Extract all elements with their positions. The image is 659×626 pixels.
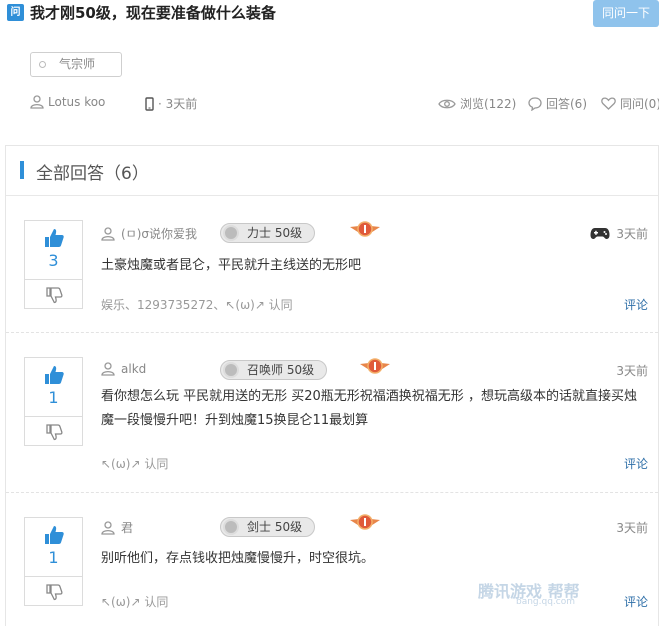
thumbs-down-icon — [46, 584, 63, 601]
answer-username: (ㅁ)σ说你爱我 — [121, 227, 198, 241]
chat-bubble-icon — [528, 96, 542, 111]
answer-item: 3 (ㅁ)σ说你爱我 力士 50级 3天前 土豪烛魔或者昆仑，平民就升主线送的无… — [6, 196, 658, 333]
answer-content: 别听他们，存点钱收把烛魔慢慢升，时空很坑。 — [101, 551, 375, 566]
question-icon: 问 — [7, 4, 24, 21]
upvote-button[interactable]: 3 — [25, 221, 82, 279]
answer-content: 土豪烛魔或者昆仑，平民就升主线送的无形吧 — [101, 258, 362, 273]
upvote-button[interactable]: 1 — [25, 518, 82, 576]
vote-box: 1 — [24, 357, 83, 446]
class-icon — [223, 362, 239, 378]
panel-accent-bar — [20, 161, 24, 179]
answer-username: 君 — [121, 521, 134, 535]
answer-user[interactable]: (ㅁ)σ说你爱我 — [101, 225, 197, 242]
thumbs-down-icon — [46, 424, 63, 441]
question-time-text: 3天前 — [165, 97, 198, 111]
level-pill: 召唤师 50级 — [220, 360, 327, 380]
same-ask-text: 同问(0) — [620, 97, 659, 111]
eye-icon — [438, 99, 456, 108]
answer-content: 看你想怎么玩 平民就用送的无形 买20瓶无形祝福酒换祝福无形 ，想玩高级本的话就… — [101, 389, 637, 428]
topic-tag[interactable]: 气宗师 — [30, 52, 122, 77]
author-name: Lotus koo — [48, 95, 106, 109]
downvote-button[interactable] — [25, 416, 82, 445]
comment-link[interactable]: 评论 — [624, 296, 648, 313]
answers-count[interactable]: 回答(6) — [528, 95, 587, 112]
topic-tag-label: 气宗师 — [59, 57, 96, 71]
downvote-button[interactable] — [25, 576, 82, 605]
thumbs-up-icon — [45, 366, 64, 384]
question-title: 我才刚50级，现在要准备做什么装备 — [30, 4, 276, 22]
same-ask-count[interactable]: 同问(0) — [601, 95, 659, 112]
vote-count: 1 — [48, 388, 59, 407]
user-icon — [30, 95, 44, 109]
thumbs-up-icon — [45, 229, 64, 247]
user-icon — [101, 520, 115, 535]
answers-text: 回答(6) — [546, 97, 587, 111]
answer-time: 3天前 — [616, 362, 648, 379]
medal-badge-icon — [360, 358, 390, 374]
likes-list: ↖(ω)↗ 认同 — [101, 595, 169, 609]
thumbs-down-icon — [46, 287, 63, 304]
mobile-icon — [145, 96, 154, 111]
gamepad-icon — [590, 228, 610, 239]
answer-time: 3天前 — [590, 225, 648, 242]
answer-time-text: 3天前 — [616, 227, 648, 241]
user-icon — [101, 226, 115, 241]
vote-count: 1 — [48, 548, 59, 567]
answer-username: alkd — [121, 362, 147, 376]
answers-panel-title: 全部回答（6） — [36, 164, 149, 184]
class-icon — [223, 519, 239, 535]
answers-panel: 全部回答（6） 3 (ㅁ)σ说你爱我 力士 50级 3天前 土豪烛魔或者昆仑，平… — [5, 145, 659, 626]
heart-icon — [601, 97, 616, 110]
question-author[interactable]: Lotus koo — [30, 95, 105, 109]
level-pill: 剑士 50级 — [220, 517, 315, 537]
answer-item: 1 alkd 召唤师 50级 3天前 看你想怎么玩 平民就用送的无形 买20瓶无… — [6, 333, 658, 493]
question-time: · 3天前 — [145, 95, 197, 112]
site-watermark-url: bang.qq.com — [516, 597, 576, 607]
answer-user[interactable]: alkd — [101, 362, 146, 376]
thumbs-up-icon — [45, 526, 64, 544]
downvote-button[interactable] — [25, 279, 82, 308]
medal-badge-icon — [350, 514, 380, 530]
level-text: 剑士 50级 — [247, 520, 303, 534]
level-pill: 力士 50级 — [220, 223, 315, 243]
views-text: 浏览(122) — [460, 97, 517, 111]
tag-hole-icon — [39, 61, 46, 68]
same-question-button[interactable]: 同问一下 — [593, 0, 659, 27]
answer-user[interactable]: 君 — [101, 519, 133, 536]
medal-badge-icon — [350, 221, 380, 237]
comment-link[interactable]: 评论 — [624, 455, 648, 472]
level-text: 召唤师 50级 — [247, 363, 315, 377]
views-count: 浏览(122) — [438, 95, 516, 112]
level-text: 力士 50级 — [247, 226, 303, 240]
vote-box: 1 — [24, 517, 83, 606]
answer-time-text: 3天前 — [616, 521, 648, 535]
user-icon — [101, 362, 115, 376]
upvote-button[interactable]: 1 — [25, 358, 82, 416]
comment-link[interactable]: 评论 — [624, 593, 648, 610]
answers-panel-header: 全部回答（6） — [6, 146, 658, 196]
likes-list: ↖(ω)↗ 认同 — [101, 457, 169, 471]
class-icon — [223, 225, 239, 241]
vote-count: 3 — [48, 251, 59, 270]
vote-box: 3 — [24, 220, 83, 309]
likes-list: 娱乐、1293735272、↖(ω)↗ 认同 — [101, 298, 293, 312]
answer-time-text: 3天前 — [616, 364, 648, 378]
answer-time: 3天前 — [616, 519, 648, 536]
